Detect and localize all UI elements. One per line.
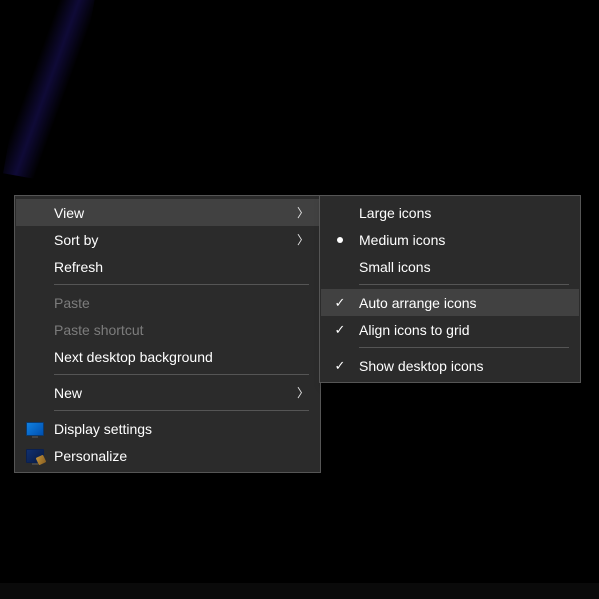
taskbar[interactable] <box>0 583 599 599</box>
menu-separator <box>359 284 569 285</box>
menu-label: Paste shortcut <box>54 322 311 338</box>
icon-slot: ✓ <box>321 295 359 311</box>
menu-item-new[interactable]: New 〉 <box>16 379 319 406</box>
menu-item-paste: Paste <box>16 289 319 316</box>
menu-label: Align icons to grid <box>359 322 571 338</box>
menu-label: Display settings <box>54 421 311 437</box>
menu-separator <box>359 347 569 348</box>
menu-item-medium-icons[interactable]: Medium icons <box>321 226 579 253</box>
menu-label: View <box>54 205 295 221</box>
menu-separator <box>54 410 309 411</box>
menu-label: New <box>54 385 295 401</box>
submenu-arrow-icon: 〉 <box>295 384 311 401</box>
menu-item-paste-shortcut: Paste shortcut <box>16 316 319 343</box>
checkmark-icon: ✓ <box>335 322 346 338</box>
submenu-arrow-icon: 〉 <box>295 204 311 221</box>
menu-label: Large icons <box>359 205 571 221</box>
radio-selected-icon <box>337 237 343 243</box>
menu-separator <box>54 284 309 285</box>
menu-item-auto-arrange-icons[interactable]: ✓ Auto arrange icons <box>321 289 579 316</box>
menu-label: Refresh <box>54 259 311 275</box>
menu-label: Next desktop background <box>54 349 311 365</box>
icon-slot <box>321 237 359 243</box>
menu-label: Personalize <box>54 448 311 464</box>
menu-label: Small icons <box>359 259 571 275</box>
menu-label: Medium icons <box>359 232 571 248</box>
menu-label: Sort by <box>54 232 295 248</box>
menu-item-personalize[interactable]: Personalize <box>16 442 319 469</box>
menu-item-display-settings[interactable]: Display settings <box>16 415 319 442</box>
menu-item-large-icons[interactable]: Large icons <box>321 199 579 226</box>
checkmark-icon: ✓ <box>335 295 346 311</box>
icon-slot: ✓ <box>321 322 359 338</box>
menu-item-next-desktop-background[interactable]: Next desktop background <box>16 343 319 370</box>
icon-slot: ✓ <box>321 358 359 374</box>
menu-item-view[interactable]: View 〉 <box>16 199 319 226</box>
menu-label: Paste <box>54 295 311 311</box>
submenu-arrow-icon: 〉 <box>295 231 311 248</box>
menu-label: Auto arrange icons <box>359 295 571 311</box>
display-icon <box>26 422 44 436</box>
menu-label: Show desktop icons <box>359 358 571 374</box>
checkmark-icon: ✓ <box>335 358 346 374</box>
icon-slot <box>16 449 54 463</box>
icon-slot <box>16 422 54 436</box>
menu-item-show-desktop-icons[interactable]: ✓ Show desktop icons <box>321 352 579 379</box>
menu-item-small-icons[interactable]: Small icons <box>321 253 579 280</box>
menu-item-refresh[interactable]: Refresh <box>16 253 319 280</box>
desktop-context-menu: View 〉 Sort by 〉 Refresh Paste Paste sho… <box>14 195 321 473</box>
menu-item-sort-by[interactable]: Sort by 〉 <box>16 226 319 253</box>
view-submenu: Large icons Medium icons Small icons ✓ A… <box>319 195 581 383</box>
personalize-icon <box>26 449 44 463</box>
menu-separator <box>54 374 309 375</box>
menu-item-align-icons-to-grid[interactable]: ✓ Align icons to grid <box>321 316 579 343</box>
